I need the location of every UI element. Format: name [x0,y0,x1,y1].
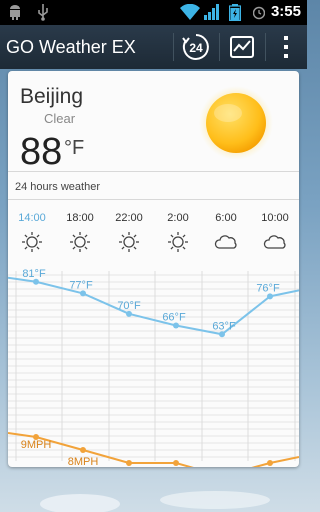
signal-icon [204,4,219,20]
sun-icon [119,232,139,252]
sun-icon [70,232,90,252]
hour-label: 2:00 [167,212,189,224]
wind-point [126,460,132,466]
forecast-chart: 81°F77°F70°F66°F63°F76°F9MPH8MPH7MPH7MPH… [8,268,299,467]
overflow-menu-icon [284,36,288,58]
weather-condition: Clear [44,111,76,126]
wind-point [267,460,273,466]
app-title: GO Weather EX [6,37,136,57]
hour-label: 14:00 [18,212,46,224]
background-clouds [40,491,270,512]
status-time: 3:55 [270,3,301,20]
temperature-unit[interactable]: °F [64,137,84,160]
overflow-menu-button[interactable] [265,25,307,69]
wind-point [173,460,179,466]
hour-label: 10:00 [261,212,289,224]
divider [8,199,299,200]
24-hour-label: 24 [189,41,203,55]
android-debug-icon [10,5,20,20]
hour-label: 6:00 [215,212,237,224]
cloud-icon [263,235,286,249]
wind-label: 9MPH [21,439,52,451]
temperature-label: 63°F [212,320,236,332]
wind-label: 8MPH [68,456,99,467]
temperature-label: 70°F [117,300,141,312]
24-hour-button[interactable]: 24 [173,25,219,69]
usb-icon [38,4,48,21]
city-name: Beijing [20,85,84,108]
action-bar: GO Weather EX 24 [0,25,307,69]
sun-icon [199,86,273,160]
status-bar: 3:55 [0,0,307,25]
weather-card[interactable]: Beijing Clear 88 °F 24 hours weather 14:… [8,71,299,467]
section-label-24h: 24 hours weather [15,181,100,193]
sun-icon [22,232,42,252]
hour-label: 22:00 [115,212,143,224]
divider [8,171,299,172]
temperature-label: 66°F [162,312,186,324]
hour-label: 18:00 [66,212,94,224]
wind-point [80,447,86,453]
temperature-label: 77°F [69,279,93,291]
chart-icon [230,36,254,58]
temperature-label: 81°F [22,268,46,280]
wifi-icon [180,4,200,20]
current-temperature: 88 [20,131,63,173]
temperature-label: 76°F [256,282,280,294]
cloud-icon [214,235,237,249]
battery-icon [229,4,241,21]
sun-icon [168,232,188,252]
chart-button[interactable] [219,25,265,69]
24-hour-icon: 24 [182,34,209,60]
alarm-icon [253,6,265,20]
